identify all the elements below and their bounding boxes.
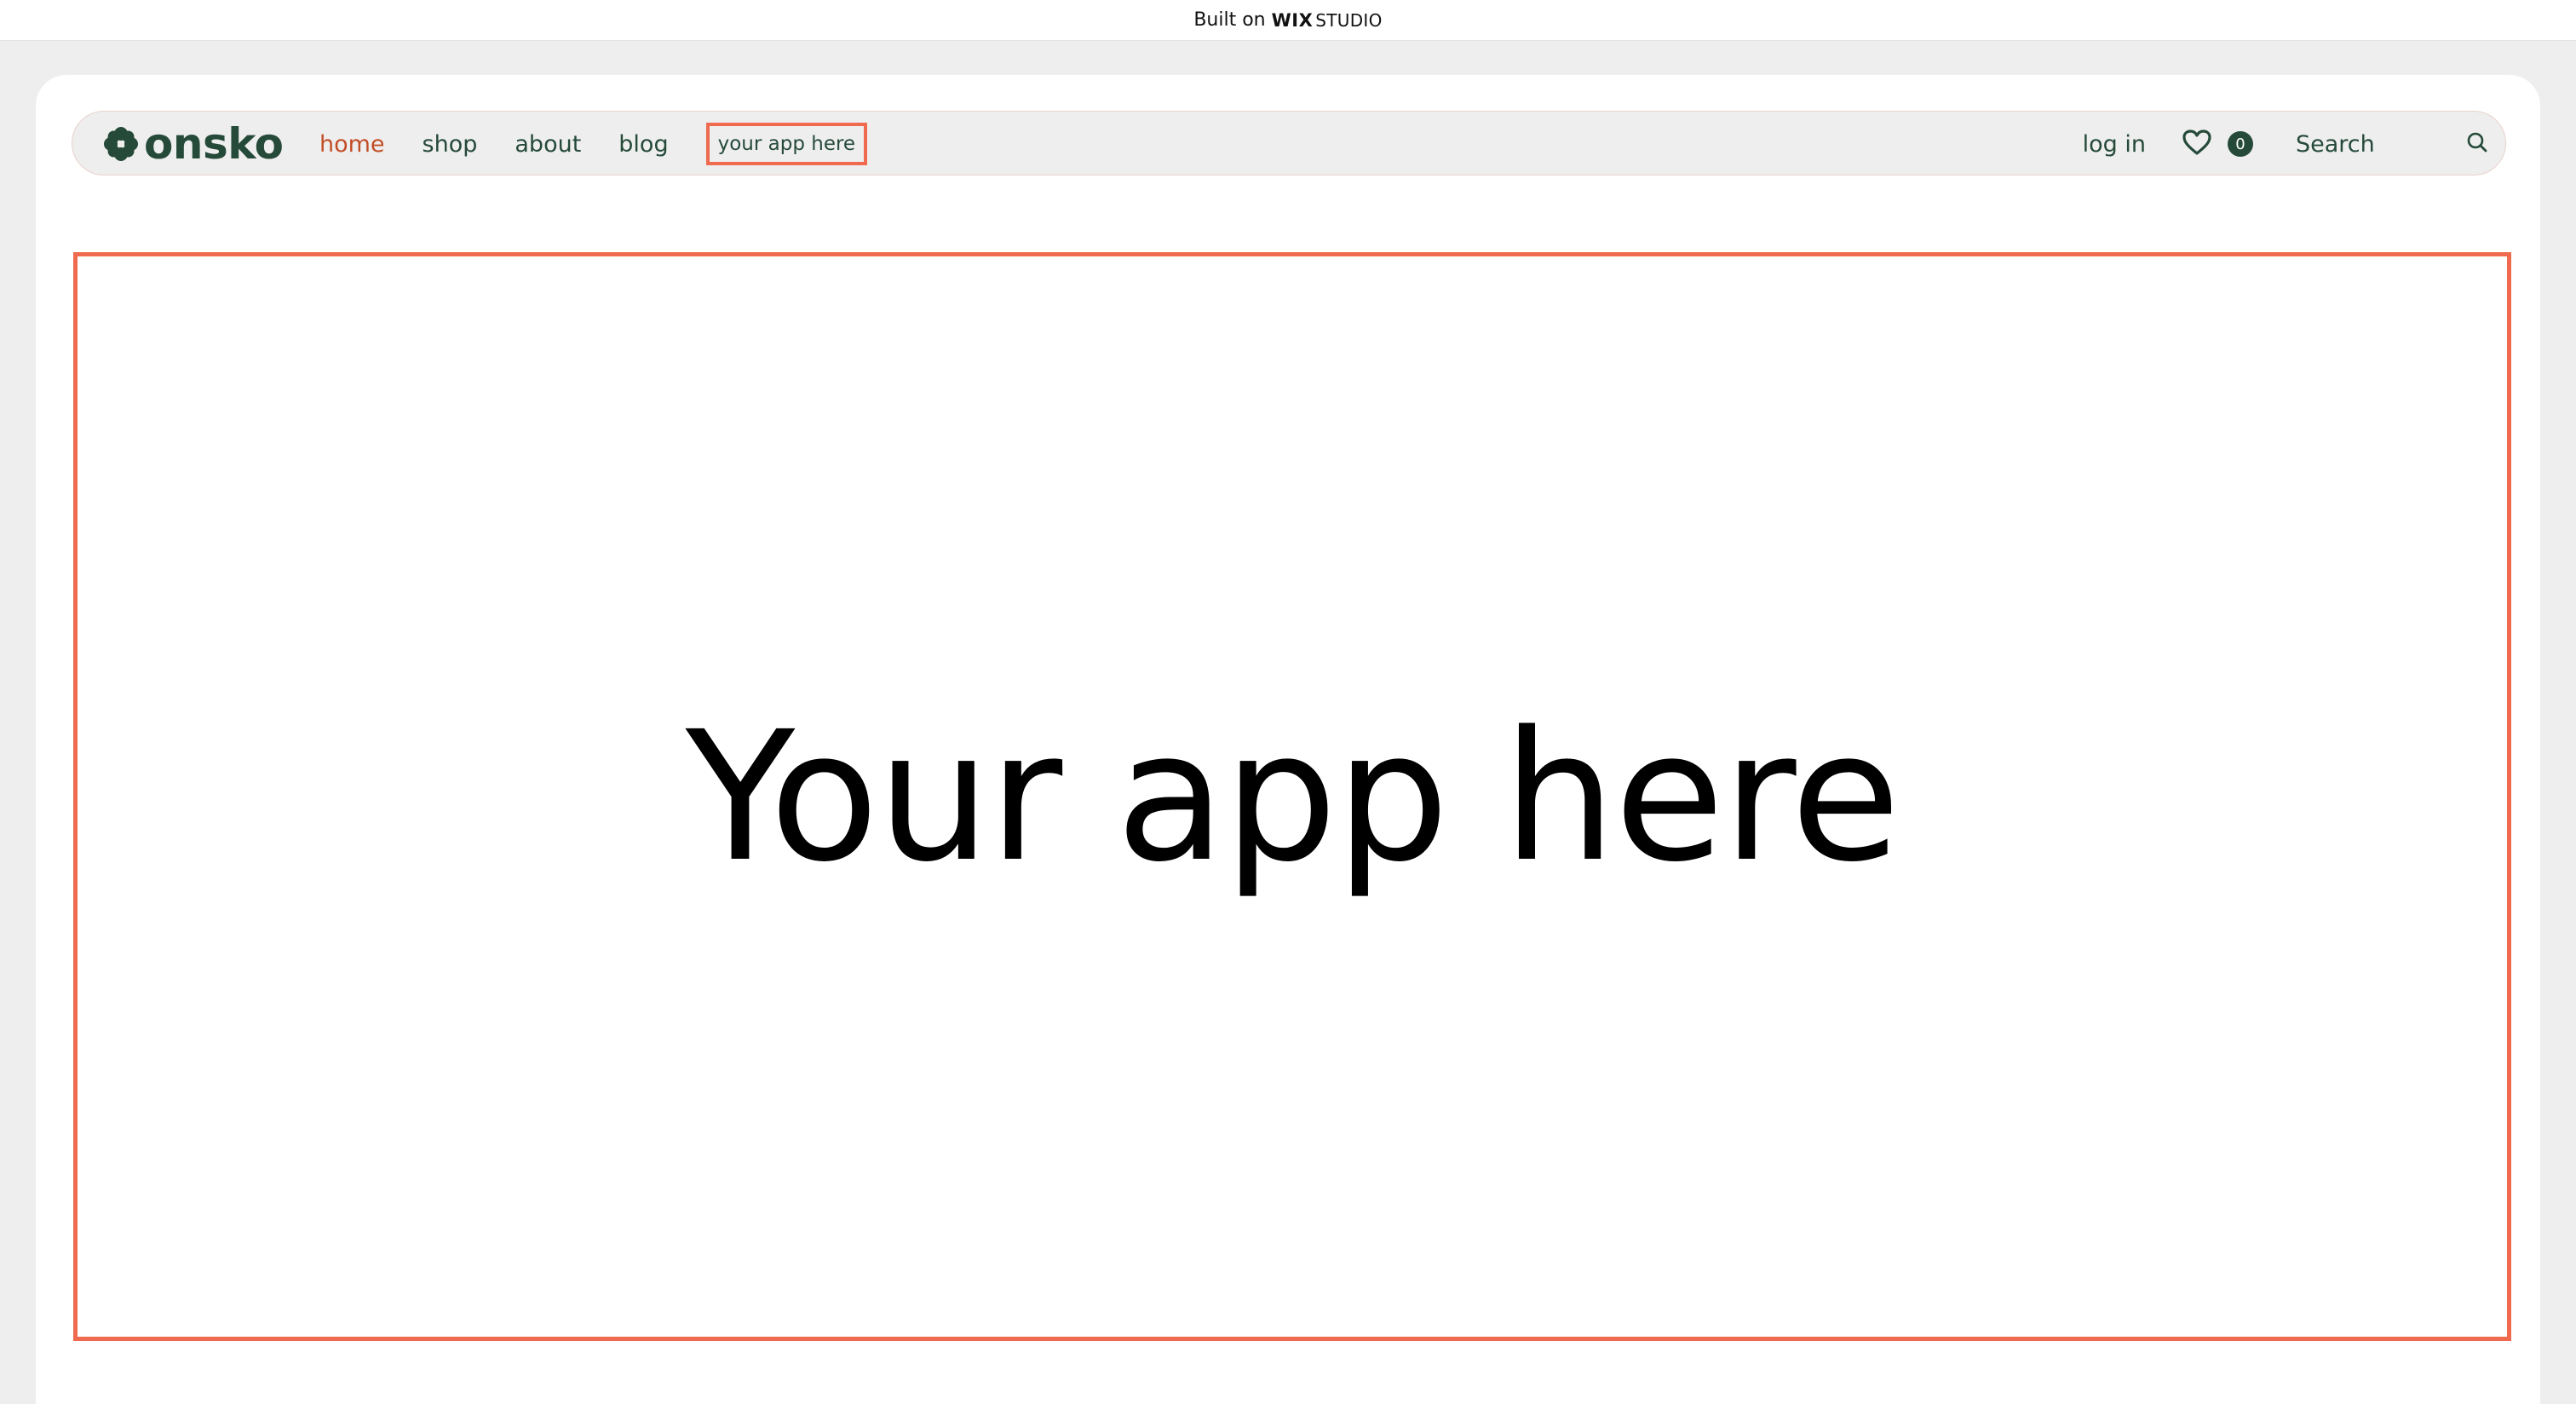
search-icon [2466, 131, 2488, 157]
banner-product: STUDIO [1315, 9, 1383, 31]
search-label: Search [2296, 130, 2375, 158]
nav-item-home[interactable]: home [319, 131, 385, 158]
heart-icon [2182, 129, 2212, 159]
wishlist-button[interactable]: 0 [2182, 129, 2253, 159]
header-tools: log in 0 Search [2083, 112, 2488, 176]
wishlist-count-badge: 0 [2228, 131, 2253, 157]
banner-prefix: Built on [1193, 9, 1266, 31]
login-link[interactable]: log in [2083, 131, 2146, 158]
logo-wordmark: onsko [144, 119, 284, 169]
site-page: onsko home shop about blog your app here… [36, 75, 2540, 1404]
banner-brand: WIX [1271, 9, 1314, 31]
app-placeholder-frame: Your app here [73, 252, 2511, 1341]
site-header: onsko home shop about blog your app here… [72, 111, 2506, 176]
nav-item-your-app-here[interactable]: your app here [705, 123, 868, 165]
nav-item-shop[interactable]: shop [423, 131, 478, 158]
main-nav: home shop about blog your app here [319, 112, 868, 176]
app-placeholder-title: Your app here [685, 692, 1900, 901]
site-logo[interactable]: onsko [103, 119, 284, 169]
nav-item-about[interactable]: about [515, 131, 581, 158]
search-button[interactable]: Search [2296, 131, 2488, 158]
nav-item-blog[interactable]: blog [618, 131, 668, 158]
flower-logo-icon [103, 126, 139, 162]
wix-studio-banner[interactable]: Built on WIX STUDIO [0, 0, 2576, 41]
